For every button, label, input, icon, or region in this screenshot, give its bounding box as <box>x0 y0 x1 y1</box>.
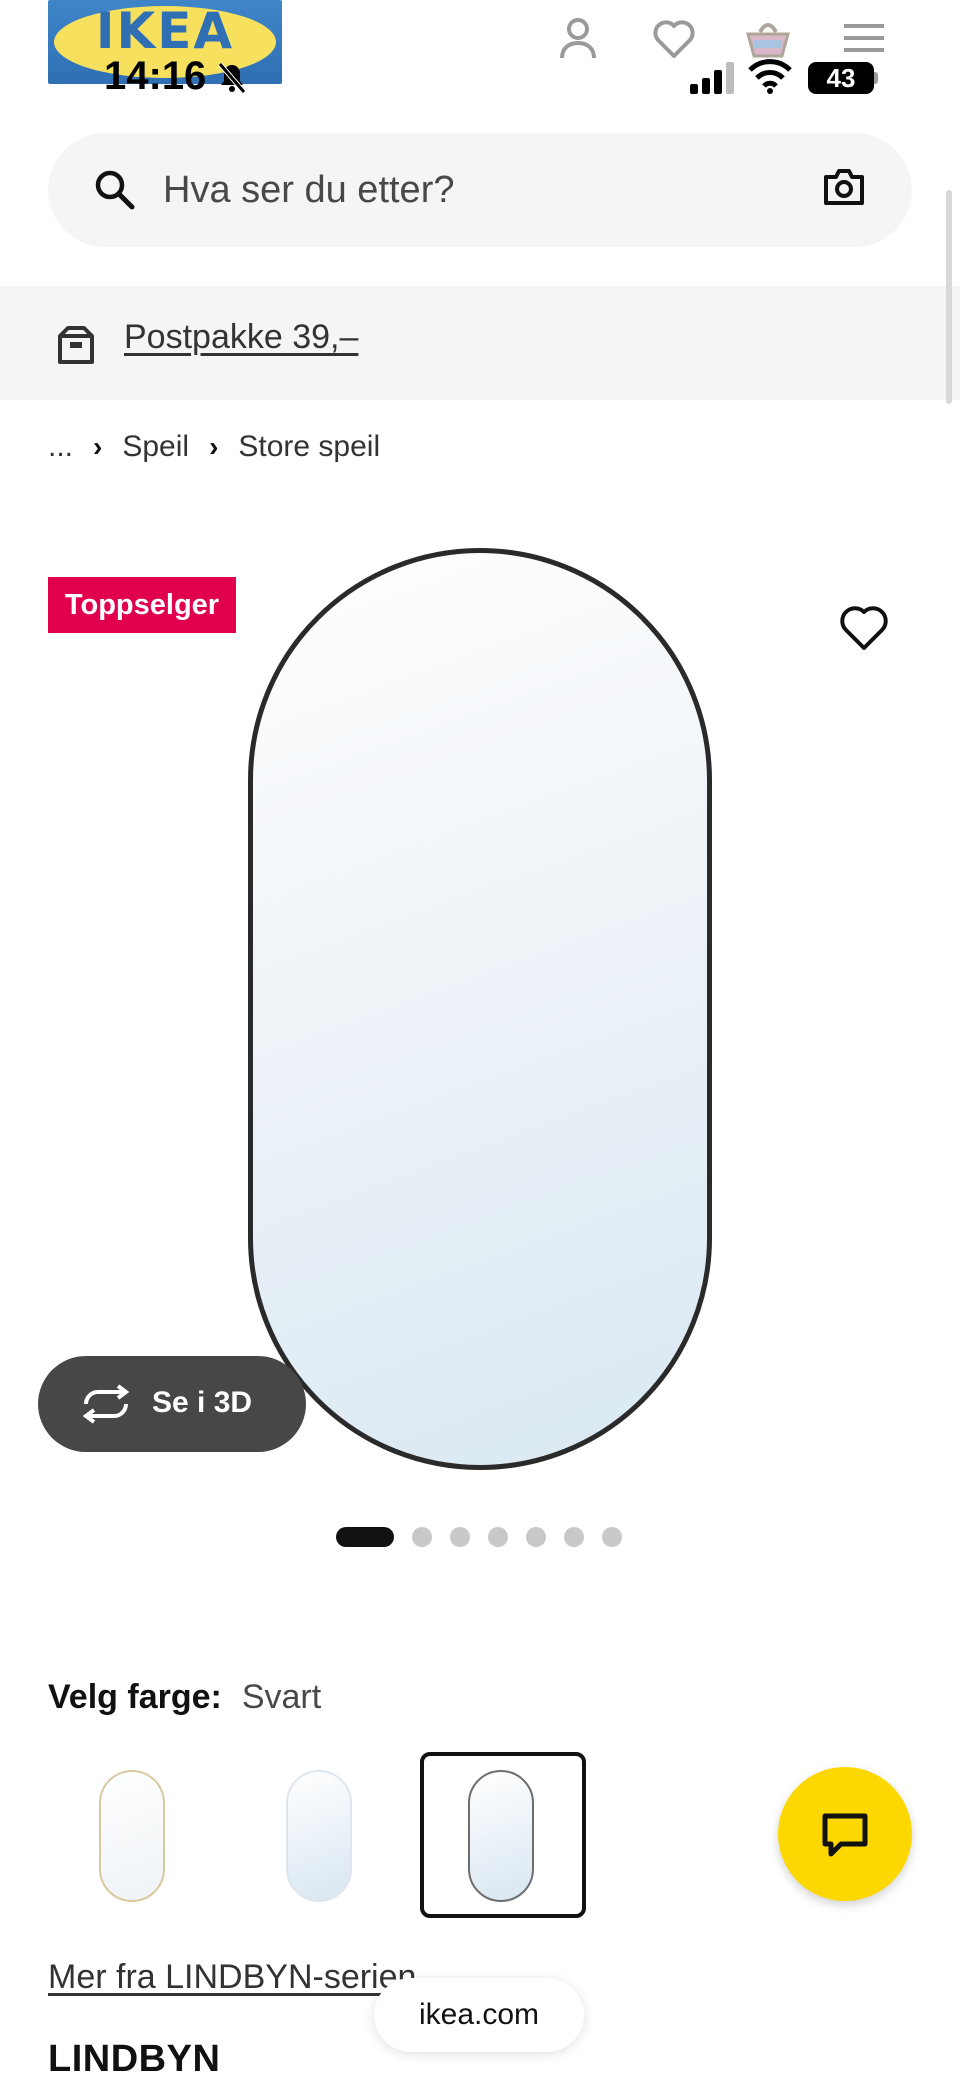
breadcrumb-item-more[interactable]: ... <box>48 430 73 464</box>
breadcrumb-item-store-speil[interactable]: Store speil <box>238 430 380 464</box>
swatch-mirror <box>99 1770 165 1902</box>
carousel-dot[interactable] <box>564 1527 584 1547</box>
series-link[interactable]: Mer fra LINDBYN-serien <box>48 1958 416 1997</box>
wifi-icon <box>748 59 792 94</box>
menu-icon[interactable] <box>840 14 888 62</box>
color-selected-value: Svart <box>241 1678 322 1716</box>
shipping-banner: Postpakke 39,– <box>0 286 960 400</box>
search-input[interactable]: Hva ser du etter? <box>163 169 454 212</box>
url-pill[interactable]: ikea.com <box>374 1978 584 2052</box>
color-swatch-white[interactable] <box>238 1754 398 1914</box>
breadcrumb-item-speil[interactable]: Speil <box>122 430 189 464</box>
carousel-dot[interactable] <box>412 1527 432 1547</box>
status-time: 14:16 <box>104 54 207 98</box>
cart-icon[interactable] <box>744 14 792 62</box>
color-label: Velg farge: <box>48 1678 222 1716</box>
color-selector-label: Velg farge: Svart <box>48 1678 321 1717</box>
heart-icon[interactable] <box>650 14 698 62</box>
carousel-dot[interactable] <box>488 1527 508 1547</box>
color-swatch-gold[interactable] <box>51 1754 211 1914</box>
view-3d-label: Se i 3D <box>152 1386 253 1419</box>
account-icon[interactable] <box>554 14 602 62</box>
breadcrumb: ... › Speil › Store speil <box>48 430 380 464</box>
search-bar[interactable]: Hva ser du etter? <box>48 133 912 247</box>
camera-icon[interactable] <box>822 165 866 209</box>
battery-cap <box>874 72 878 84</box>
swatch-mirror <box>468 1770 534 1902</box>
signal-icon <box>690 62 734 94</box>
carousel-dot[interactable] <box>450 1527 470 1547</box>
chevron-right-icon: › <box>209 431 219 462</box>
shipping-link[interactable]: Postpakke 39,– <box>124 318 358 357</box>
search-icon <box>95 170 135 210</box>
bell-muted-icon <box>218 62 246 94</box>
carousel-dot-active[interactable] <box>336 1527 394 1547</box>
battery-indicator: 43 <box>808 62 874 94</box>
color-swatch-black[interactable] <box>420 1752 586 1918</box>
chat-icon <box>822 1813 868 1857</box>
scrollbar[interactable] <box>946 190 952 404</box>
logo-text: IKEA <box>95 2 235 60</box>
rotate-3d-icon <box>82 1384 130 1424</box>
product-image-mirror[interactable] <box>248 548 712 1470</box>
carousel-dot[interactable] <box>526 1527 546 1547</box>
favorite-heart-icon[interactable] <box>824 588 904 660</box>
product-title: LINDBYN <box>48 2038 221 2080</box>
package-icon <box>58 326 94 364</box>
swatch-mirror <box>286 1770 352 1902</box>
chat-button[interactable] <box>778 1767 912 1901</box>
view-3d-button[interactable]: Se i 3D <box>38 1356 306 1452</box>
bestseller-badge: Toppselger <box>48 577 236 633</box>
carousel-dots <box>336 1527 622 1547</box>
carousel-dot[interactable] <box>602 1527 622 1547</box>
chevron-right-icon: › <box>93 431 103 462</box>
